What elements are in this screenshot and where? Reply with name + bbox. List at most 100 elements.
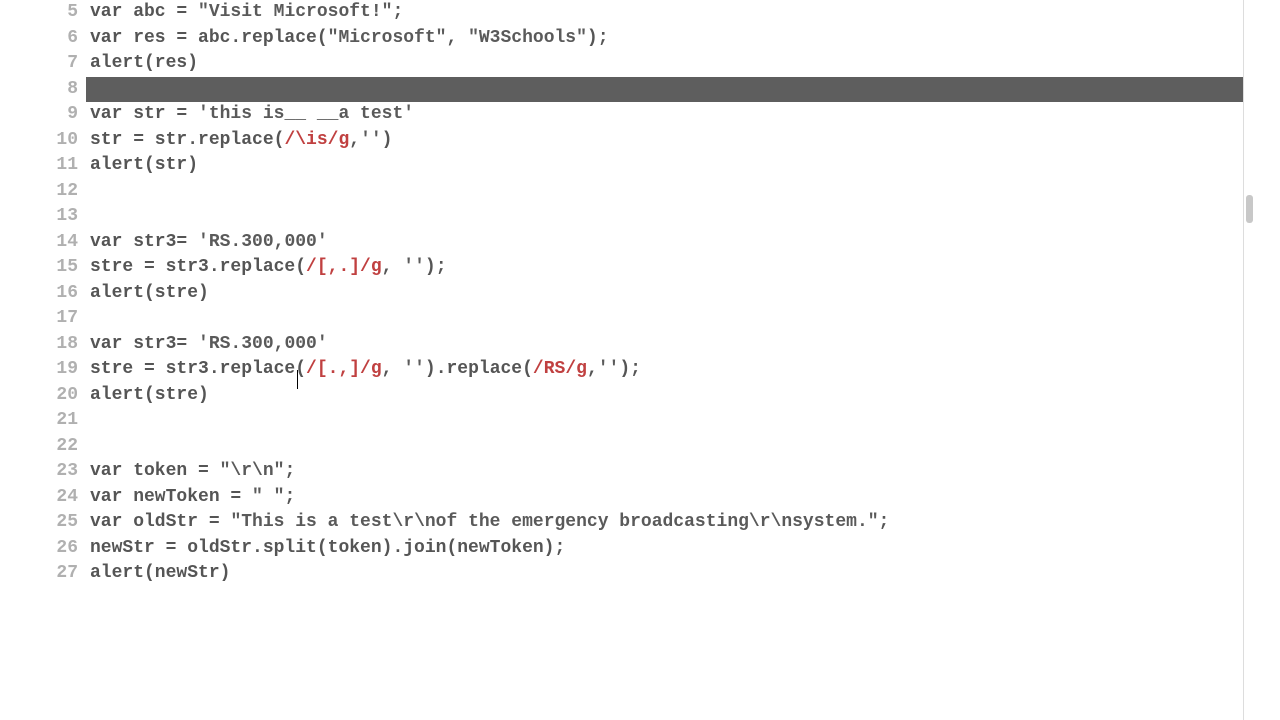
line-number: 23 — [40, 459, 86, 485]
code-line[interactable]: var str3= 'RS.300,000' — [86, 332, 1243, 358]
token-keyword: var — [90, 512, 122, 532]
token-string: "Microsoft" — [328, 28, 447, 48]
line-number: 18 — [40, 332, 86, 358]
token-default: oldStr = — [122, 512, 230, 532]
line-number: 16 — [40, 281, 86, 307]
line-number: 6 — [40, 26, 86, 52]
code-content-area[interactable]: var abc = "Visit Microsoft!";var res = a… — [86, 0, 1243, 720]
line-number-gutter: 5678910111213141516171819202122232425262… — [40, 0, 86, 720]
code-line[interactable]: var abc = "Visit Microsoft!"; — [86, 0, 1243, 26]
token-default: ); — [587, 28, 609, 48]
code-editor[interactable]: 5678910111213141516171819202122232425262… — [40, 0, 1244, 720]
code-line[interactable]: var token = "\r\n"; — [86, 459, 1243, 485]
code-line[interactable] — [86, 204, 1243, 230]
code-line[interactable]: alert(res) — [86, 51, 1243, 77]
token-default: , — [446, 28, 468, 48]
line-number: 25 — [40, 510, 86, 536]
token-default: , — [587, 359, 598, 379]
line-number: 26 — [40, 536, 86, 562]
code-line[interactable] — [86, 408, 1243, 434]
token-string: "Visit Microsoft!" — [198, 2, 392, 22]
line-number: 7 — [40, 51, 86, 77]
line-number: 11 — [40, 153, 86, 179]
token-default: alert(stre) — [90, 385, 209, 405]
token-default: newStr = oldStr.split(token).join(newTok… — [90, 538, 565, 558]
token-default: alert(newStr) — [90, 563, 230, 583]
token-regex: /\is/g — [284, 130, 349, 150]
vertical-scrollbar[interactable] — [1244, 0, 1253, 720]
token-default: str = str.replace( — [90, 130, 284, 150]
line-number: 13 — [40, 204, 86, 230]
token-default: ; — [392, 2, 403, 22]
line-number: 12 — [40, 179, 86, 205]
token-default: ).replace( — [425, 359, 533, 379]
line-number: 22 — [40, 434, 86, 460]
token-keyword: var — [90, 334, 122, 354]
code-line[interactable]: alert(stre) — [86, 383, 1243, 409]
token-keyword: var — [90, 104, 122, 124]
token-default: ; — [879, 512, 890, 532]
token-keyword: var — [90, 232, 122, 252]
code-line[interactable] — [86, 306, 1243, 332]
token-keyword: var — [90, 487, 122, 507]
token-string: " " — [252, 487, 284, 507]
code-line[interactable]: newStr = oldStr.split(token).join(newTok… — [86, 536, 1243, 562]
code-line[interactable] — [86, 77, 1243, 103]
token-keyword: var — [90, 461, 122, 481]
token-default: res = abc.replace( — [122, 28, 327, 48]
token-regex: /[.,]/g — [306, 359, 382, 379]
scrollbar-thumb[interactable] — [1246, 195, 1253, 223]
code-line[interactable]: var newToken = " "; — [86, 485, 1243, 511]
text-cursor — [297, 370, 298, 389]
token-string: '' — [360, 130, 382, 150]
code-line[interactable] — [86, 434, 1243, 460]
token-default: , — [349, 130, 360, 150]
token-default: alert(stre) — [90, 283, 209, 303]
token-regex: /[,.]/g — [306, 257, 382, 277]
code-line[interactable]: var res = abc.replace("Microsoft", "W3Sc… — [86, 26, 1243, 52]
token-string: 'this is__ __a test' — [198, 104, 414, 124]
code-line[interactable]: stre = str3.replace(/[.,]/g, '').replace… — [86, 357, 1243, 383]
token-default: , — [382, 359, 404, 379]
token-string: '' — [598, 359, 620, 379]
line-number: 5 — [40, 0, 86, 26]
token-regex: /RS/g — [533, 359, 587, 379]
token-default: newToken = — [122, 487, 252, 507]
token-keyword: var — [90, 28, 122, 48]
token-default: ); — [619, 359, 641, 379]
code-line[interactable]: alert(stre) — [86, 281, 1243, 307]
token-default: stre = str3.replace( — [90, 257, 306, 277]
token-default: abc = — [122, 2, 198, 22]
token-string: "This is a test\r\nof the emergency broa… — [230, 512, 878, 532]
line-number: 17 — [40, 306, 86, 332]
token-string: 'RS.300,000' — [198, 334, 328, 354]
token-string: '' — [403, 257, 425, 277]
token-keyword: var — [90, 2, 122, 22]
code-line[interactable]: str = str.replace(/\is/g,'') — [86, 128, 1243, 154]
line-number: 20 — [40, 383, 86, 409]
token-default: stre = str3.replace( — [90, 359, 306, 379]
line-number: 9 — [40, 102, 86, 128]
line-number: 8 — [40, 77, 86, 103]
token-default: ); — [425, 257, 447, 277]
token-default: ) — [382, 130, 393, 150]
token-default: str3= — [122, 334, 198, 354]
code-line[interactable]: var str3= 'RS.300,000' — [86, 230, 1243, 256]
line-number: 15 — [40, 255, 86, 281]
token-default: alert(str) — [90, 155, 198, 175]
token-default: ; — [284, 487, 295, 507]
token-default: token = — [122, 461, 219, 481]
code-line[interactable]: var str = 'this is__ __a test' — [86, 102, 1243, 128]
line-number: 24 — [40, 485, 86, 511]
code-line[interactable]: alert(str) — [86, 153, 1243, 179]
token-string: '' — [403, 359, 425, 379]
code-line[interactable]: stre = str3.replace(/[,.]/g, ''); — [86, 255, 1243, 281]
line-number: 21 — [40, 408, 86, 434]
line-number: 10 — [40, 128, 86, 154]
code-line[interactable]: var oldStr = "This is a test\r\nof the e… — [86, 510, 1243, 536]
code-line[interactable]: alert(newStr) — [86, 561, 1243, 587]
line-number: 19 — [40, 357, 86, 383]
token-default: ; — [284, 461, 295, 481]
token-default: , — [382, 257, 404, 277]
code-line[interactable] — [86, 179, 1243, 205]
